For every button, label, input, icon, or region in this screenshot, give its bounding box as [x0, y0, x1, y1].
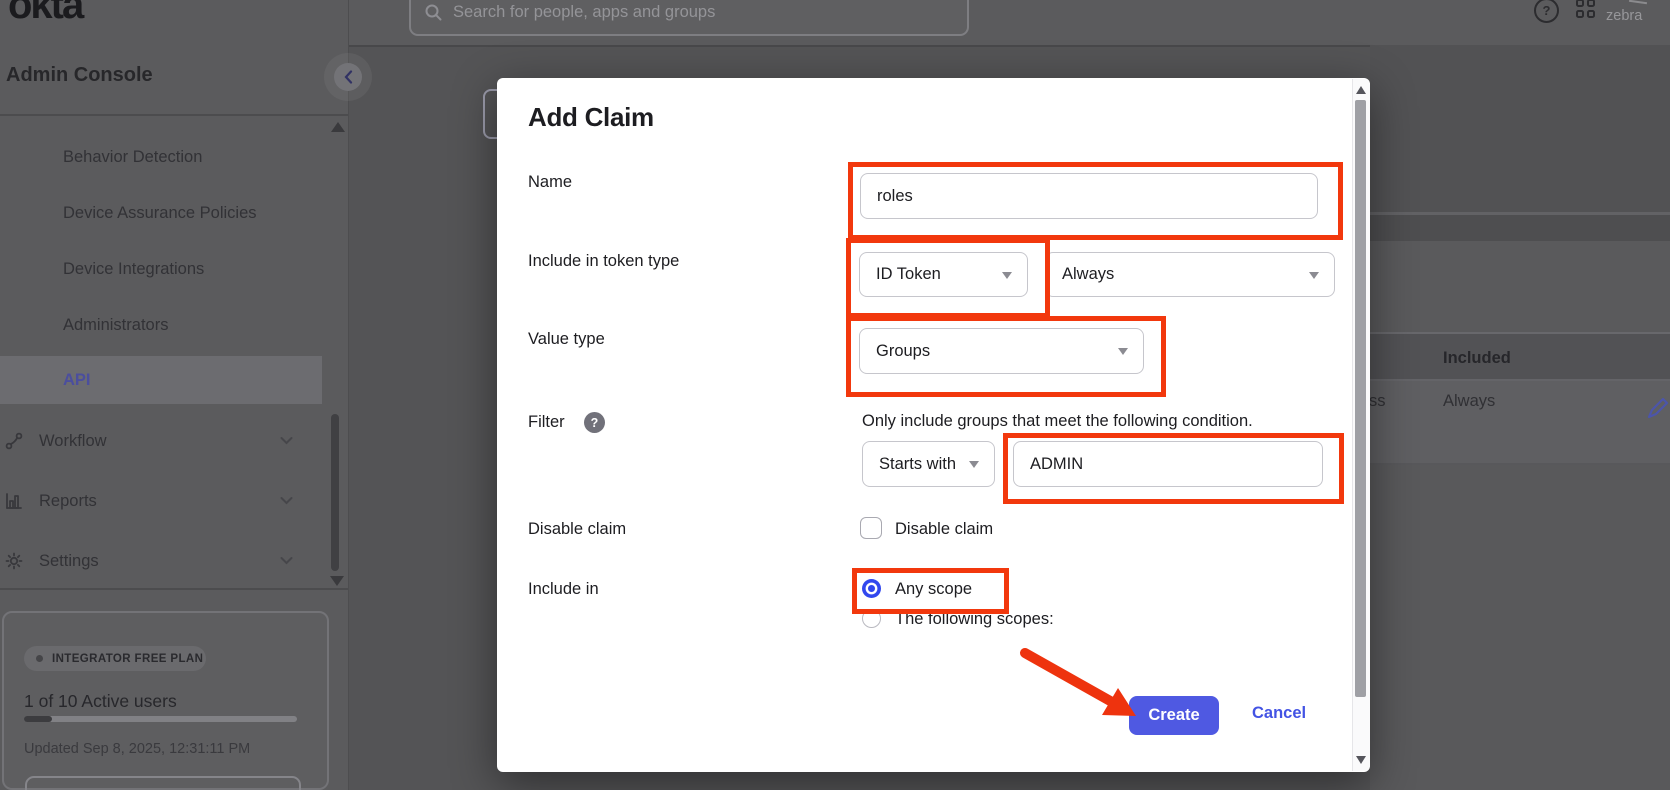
annotation-box-value-type — [846, 316, 1166, 397]
sidebar-item-behavior-detection[interactable]: Behavior Detection — [0, 134, 322, 180]
filter-label: Filter — [528, 413, 565, 432]
chevron-down-icon — [280, 496, 293, 505]
workflow-icon — [4, 431, 24, 451]
name-label: Name — [528, 173, 572, 192]
okta-admin-console: ? zebra Included ss Always okta Admin Co… — [0, 0, 1670, 790]
filter-hint: Only include groups that meet the follow… — [862, 412, 1253, 431]
plan-badge: INTEGRATOR FREE PLAN — [24, 646, 206, 671]
annotation-box-token-type — [846, 238, 1050, 318]
chevron-down-icon — [280, 556, 293, 565]
column-header-included: Included — [1443, 349, 1511, 368]
section-band — [1370, 241, 1670, 332]
divider — [0, 114, 348, 116]
plan-dot-icon — [36, 655, 43, 662]
usage-progress-fill — [24, 716, 52, 722]
reports-icon — [4, 491, 24, 511]
annotation-box-any-scope — [852, 568, 1009, 614]
plan-action-button-clipped[interactable] — [25, 776, 301, 790]
active-users-count: 1 of 10 Active users — [24, 691, 177, 712]
include-in-label: Include in — [528, 580, 599, 599]
sidebar-item-administrators[interactable]: Administrators — [0, 302, 322, 348]
console-title: Admin Console — [6, 64, 153, 87]
token-type-label: Include in token type — [528, 252, 679, 271]
sidebar-collapse-button[interactable] — [334, 63, 362, 91]
chevron-down-icon — [280, 436, 293, 445]
apps-grid-icon[interactable] — [1576, 0, 1595, 18]
clipped-cell-text: ss — [1369, 392, 1386, 411]
sidebar-section-settings[interactable]: Settings — [0, 538, 322, 584]
disable-claim-checkbox[interactable] — [860, 517, 882, 539]
filter-help-icon[interactable]: ? — [584, 412, 605, 433]
value-type-label: Value type — [528, 330, 605, 349]
okta-logo: okta — [8, 0, 82, 28]
page-header-area — [1370, 45, 1670, 212]
table-header-row — [1370, 334, 1670, 379]
sidebar-item-api[interactable]: API — [0, 356, 322, 404]
usage-updated-timestamp: Updated Sep 8, 2025, 12:31:11 PM — [24, 741, 250, 757]
annotation-arrow — [1005, 635, 1145, 730]
chevron-left-icon — [344, 70, 353, 84]
usage-progress-track — [24, 716, 297, 722]
included-cell: Always — [1443, 392, 1495, 411]
token-when-select[interactable]: Always — [1045, 252, 1335, 297]
search-input[interactable] — [451, 2, 935, 23]
content-area — [1370, 465, 1670, 790]
sidebar-item-device-integrations[interactable]: Device Integrations — [0, 246, 322, 292]
gear-icon — [4, 551, 24, 571]
modal-scroll-up-icon[interactable] — [1356, 86, 1366, 94]
sidebar-scroll-down-icon[interactable] — [330, 576, 344, 586]
select-caret-icon — [1309, 272, 1319, 279]
sidebar-scroll-up-icon[interactable] — [331, 122, 345, 132]
filter-op-select[interactable]: Starts with — [862, 441, 995, 487]
modal-scroll-down-icon[interactable] — [1356, 756, 1366, 764]
modal-scrollbar-thumb[interactable] — [1355, 100, 1366, 697]
annotation-box-filter-value — [1003, 433, 1344, 504]
table-row — [1370, 381, 1670, 463]
disable-claim-label: Disable claim — [528, 520, 626, 539]
account-label[interactable]: zebra — [1606, 8, 1670, 24]
divider — [0, 588, 348, 590]
global-search[interactable] — [409, 0, 969, 36]
annotation-box-name — [848, 162, 1343, 240]
cancel-link[interactable]: Cancel — [1252, 704, 1306, 723]
sidebar-item-device-assurance-policies[interactable]: Device Assurance Policies — [0, 190, 322, 236]
sidebar-section-reports[interactable]: Reports — [0, 478, 322, 524]
modal-title: Add Claim — [528, 102, 654, 133]
select-caret-icon — [969, 461, 979, 468]
edit-pencil-icon[interactable] — [1646, 396, 1670, 420]
section-band — [1370, 215, 1670, 241]
sidebar-section-workflow[interactable]: Workflow — [0, 418, 322, 464]
sidebar-scrollbar-thumb[interactable] — [331, 414, 339, 571]
search-icon — [425, 4, 442, 21]
disable-claim-checkbox-label: Disable claim — [895, 520, 993, 539]
